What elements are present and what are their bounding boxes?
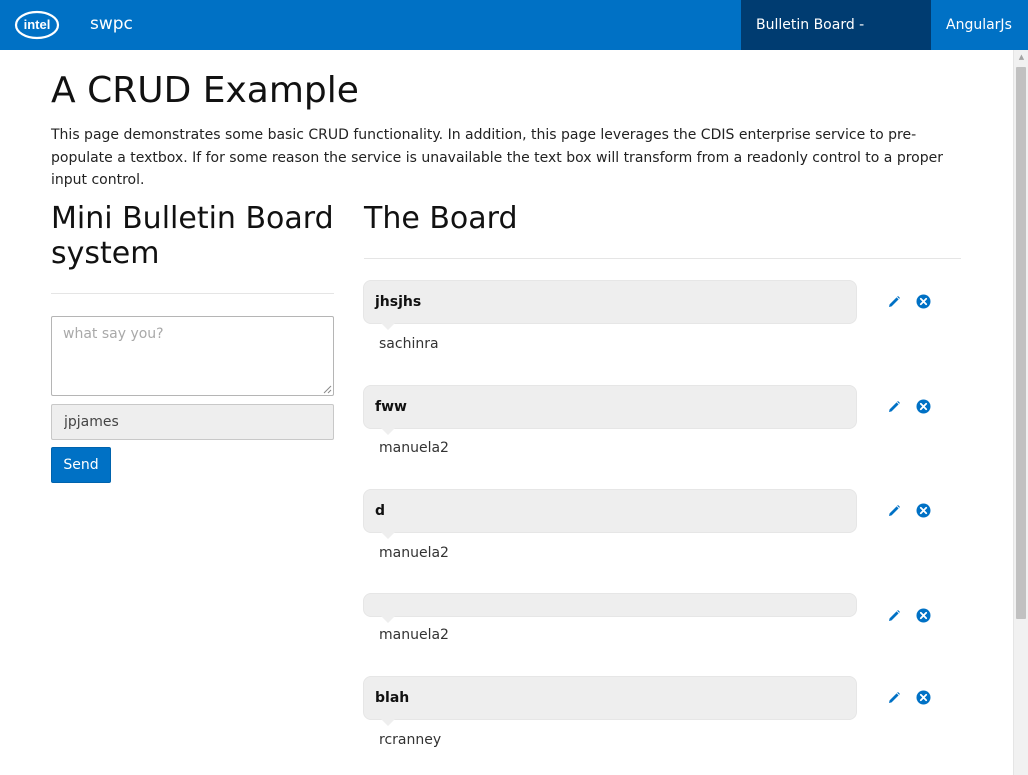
post-author: rcranney (379, 732, 442, 748)
message-bubble: fww (363, 385, 857, 429)
post-message: fww (375, 399, 407, 415)
bubble-tail (381, 616, 395, 623)
post-message: d (375, 503, 386, 519)
board-heading: The Board (364, 201, 518, 236)
board-post: blah rcranney (363, 676, 963, 756)
board-post: manuela2 (363, 593, 963, 653)
form-divider (51, 293, 334, 294)
scroll-thumb[interactable] (1016, 67, 1026, 619)
message-bubble: blah (363, 676, 857, 720)
page-scrollbar[interactable]: ▲ (1013, 50, 1028, 775)
nav-bulletin-board[interactable]: Bulletin Board - Sample (741, 0, 931, 83)
close-circle-icon[interactable] (916, 294, 931, 309)
post-author: sachinra (379, 336, 439, 352)
resize-grip-icon[interactable] (322, 384, 332, 394)
form-heading: Mini Bulletin Board system (51, 201, 334, 271)
scroll-up-arrow-icon[interactable]: ▲ (1014, 50, 1028, 65)
board-post: fww manuela2 (363, 385, 963, 465)
post-author: manuela2 (379, 627, 449, 643)
message-input[interactable] (51, 316, 334, 396)
close-circle-icon[interactable] (916, 503, 931, 518)
pencil-icon[interactable] (887, 295, 901, 309)
bubble-tail (381, 719, 395, 726)
brand-link[interactable]: swpc (90, 14, 133, 34)
post-message: jhsjhs (375, 294, 422, 310)
message-bubble: d (363, 489, 857, 533)
username-field[interactable] (51, 404, 334, 440)
close-circle-icon[interactable] (916, 399, 931, 414)
bubble-tail (381, 532, 395, 539)
pencil-icon[interactable] (887, 400, 901, 414)
pencil-icon[interactable] (887, 504, 901, 518)
post-author: manuela2 (379, 545, 449, 561)
post-author: manuela2 (379, 440, 449, 456)
message-bubble (363, 593, 857, 617)
bubble-tail (381, 428, 395, 435)
message-bubble: jhsjhs (363, 280, 857, 324)
board-divider (364, 258, 961, 259)
post-message: blah (375, 690, 410, 706)
send-button[interactable]: Send (51, 447, 111, 483)
close-circle-icon[interactable] (916, 608, 931, 623)
nav-angularjs[interactable]: AngularJs (931, 0, 1017, 50)
board-post: jhsjhs sachinra (363, 280, 963, 360)
close-circle-icon[interactable] (916, 690, 931, 705)
intel-logo[interactable]: intel (14, 8, 60, 41)
bubble-tail (381, 323, 395, 330)
logo-text: intel (24, 17, 51, 32)
top-navbar: intel swpc Bulletin Board - Sample Angul… (0, 0, 1028, 83)
board-post: d manuela2 (363, 489, 963, 569)
pencil-icon[interactable] (887, 609, 901, 623)
intro-text: This page demonstrates some basic CRUD f… (51, 127, 943, 188)
pencil-icon[interactable] (887, 691, 901, 705)
page-title: A CRUD Example (51, 70, 359, 111)
